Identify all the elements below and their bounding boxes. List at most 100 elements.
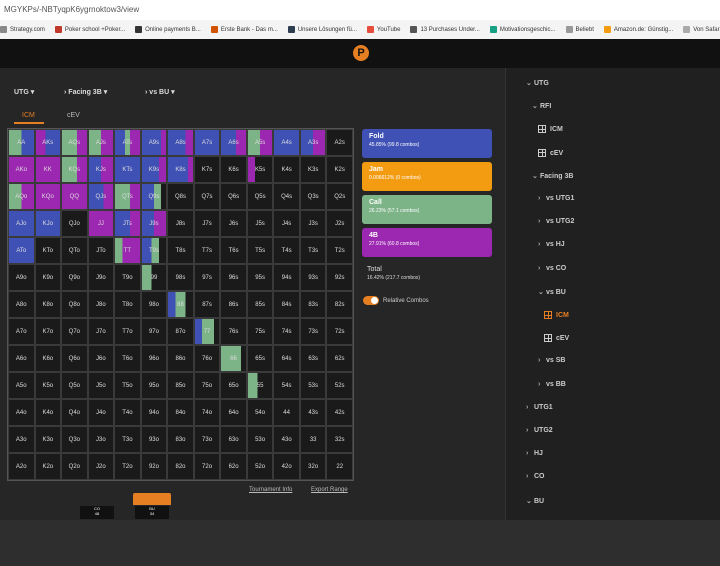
hand-cell[interactable]: KTo [34, 237, 62, 264]
hand-cell[interactable]: K4o [34, 399, 62, 426]
hand-cell[interactable]: 94s [273, 264, 300, 291]
tournament-info-link[interactable]: Tournament Info [249, 487, 292, 493]
hand-cell[interactable]: T3s [299, 237, 327, 264]
hand-cell[interactable]: 92o [140, 453, 168, 480]
hand-cell[interactable]: A2o [8, 453, 35, 480]
tree-item[interactable]: ICM [544, 311, 569, 319]
hand-cell[interactable]: 76s [220, 318, 247, 345]
tree-item[interactable]: › vs BB [538, 381, 566, 388]
hand-cell[interactable]: T8s [167, 237, 194, 264]
hand-cell[interactable]: K3o [34, 426, 62, 453]
hand-cell[interactable]: QJs [87, 183, 115, 210]
hand-cell[interactable]: A6s [220, 129, 247, 156]
hand-cell[interactable]: KQs [61, 156, 88, 183]
hand-cell[interactable]: JJ [87, 210, 115, 237]
opponent-dropdown[interactable]: › vs BU ▾ [145, 88, 175, 96]
bookmark-item[interactable]: YouTube [366, 26, 400, 33]
hand-cell[interactable]: KQo [34, 183, 62, 210]
seat-co[interactable]: CO 48 [80, 506, 114, 519]
hand-cell[interactable]: ATo [8, 237, 35, 264]
hand-cell[interactable]: Q7s [193, 183, 221, 210]
tree-item[interactable]: ICM [538, 125, 563, 134]
position-dropdown[interactable]: UTG ▾ [14, 88, 34, 96]
hand-cell[interactable]: 84s [273, 291, 300, 318]
hand-cell[interactable]: K9o [34, 264, 62, 291]
hand-cell[interactable]: K4s [273, 156, 300, 183]
hand-cell[interactable]: AJo [8, 210, 35, 237]
bookmark-item[interactable]: Poker school +Poker... [54, 26, 125, 33]
hand-cell[interactable]: A3o [8, 426, 35, 453]
hand-cell[interactable]: A4o [8, 399, 35, 426]
hand-cell[interactable]: 63o [220, 426, 247, 453]
hand-cell[interactable]: 72s [326, 318, 353, 345]
hand-cell[interactable]: 32o [299, 453, 327, 480]
hand-cell[interactable]: A2s [326, 129, 353, 156]
hand-cell[interactable]: 87s [193, 291, 221, 318]
hand-cell[interactable]: 52s [326, 372, 353, 399]
hand-cell[interactable]: 96o [140, 345, 168, 372]
hand-cell[interactable]: J3s [299, 210, 327, 237]
bookmark-item[interactable]: Online payments B... [135, 26, 201, 33]
hand-cell[interactable]: 85s [246, 291, 274, 318]
hand-cell[interactable]: T2o [114, 453, 141, 480]
hand-cell[interactable]: 82o [167, 453, 194, 480]
hand-cell[interactable]: 43o [273, 426, 300, 453]
hand-cell[interactable]: K7s [193, 156, 221, 183]
hand-cell[interactable]: AKo [8, 156, 35, 183]
hand-cell[interactable]: AA [8, 129, 35, 156]
hand-cell[interactable]: 52o [246, 453, 274, 480]
hand-cell[interactable]: A8s [167, 129, 194, 156]
hand-cell[interactable]: 88 [167, 291, 194, 318]
hand-cell[interactable]: 74s [273, 318, 300, 345]
hand-cell[interactable]: 97o [140, 318, 168, 345]
hand-cell[interactable]: AQs [61, 129, 88, 156]
legend-4b[interactable]: 4B 27.91% (60.8 combos) [362, 228, 492, 257]
hand-cell[interactable]: 75o [193, 372, 221, 399]
bookmark-item[interactable]: Beliebt [565, 26, 594, 33]
tree-item[interactable]: › CO [526, 473, 545, 480]
bookmark-item[interactable]: Motivationsgeschic... [489, 26, 556, 33]
hand-cell[interactable]: J6o [87, 345, 115, 372]
hand-cell[interactable]: T5s [246, 237, 274, 264]
hand-cell[interactable]: A5o [8, 372, 35, 399]
tree-item[interactable]: › vs CO [538, 265, 566, 272]
hand-cell[interactable]: 63s [299, 345, 327, 372]
hand-cell[interactable]: T7s [193, 237, 221, 264]
hand-cell[interactable]: QJo [61, 210, 88, 237]
hand-cell[interactable]: J3o [87, 426, 115, 453]
tree-item[interactable]: › vs UTG2 [538, 218, 574, 225]
hand-cell[interactable]: Q4o [61, 399, 88, 426]
hand-cell[interactable]: J5s [246, 210, 274, 237]
bookmark-item[interactable]: Erste Bank - Das m... [210, 26, 278, 33]
tab-cev[interactable]: cEV [67, 112, 80, 119]
hand-cell[interactable]: K2o [34, 453, 62, 480]
hand-cell[interactable]: T9o [114, 264, 141, 291]
hand-cell[interactable]: Q4s [273, 183, 300, 210]
hand-cell[interactable]: K6o [34, 345, 62, 372]
hand-cell[interactable]: A7s [193, 129, 221, 156]
hand-cell[interactable]: 82s [326, 291, 353, 318]
hand-cell[interactable]: AKs [34, 129, 62, 156]
hand-cell[interactable]: 95s [246, 264, 274, 291]
hand-cell[interactable]: AQo [8, 183, 35, 210]
hand-cell[interactable]: Q8s [167, 183, 194, 210]
hand-cell[interactable]: 75s [246, 318, 274, 345]
tree-item[interactable]: › UTG1 [526, 404, 553, 411]
hand-cell[interactable]: J7o [87, 318, 115, 345]
hand-cell[interactable]: 44 [273, 399, 300, 426]
hand-cell[interactable]: 98o [140, 291, 168, 318]
tree-item[interactable]: cEV [538, 148, 563, 157]
hand-cell[interactable]: T5o [114, 372, 141, 399]
hand-cell[interactable]: 83s [299, 291, 327, 318]
hand-cell[interactable]: A9o [8, 264, 35, 291]
hand-cell[interactable]: 73s [299, 318, 327, 345]
tree-item[interactable]: › vs UTG1 [538, 195, 574, 202]
hand-cell[interactable]: A5s [246, 129, 274, 156]
hand-cell[interactable]: 99 [140, 264, 168, 291]
hand-cell[interactable]: Q3s [299, 183, 327, 210]
hand-cell[interactable]: 83o [167, 426, 194, 453]
hand-cell[interactable]: 54o [246, 399, 274, 426]
hand-cell[interactable]: 54s [273, 372, 300, 399]
hand-cell[interactable]: Q6o [61, 345, 88, 372]
hand-cell[interactable]: 66 [220, 345, 247, 372]
